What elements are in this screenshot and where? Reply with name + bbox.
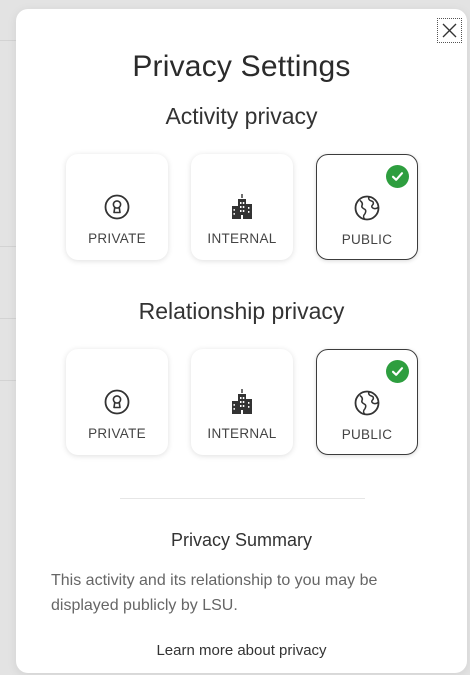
section-divider bbox=[120, 498, 365, 499]
background-divider bbox=[0, 380, 16, 381]
modal-title: Privacy Settings bbox=[132, 50, 351, 83]
globe-icon bbox=[352, 193, 382, 223]
background-divider bbox=[0, 246, 16, 247]
option-label: INTERNAL bbox=[207, 426, 277, 441]
privacy-summary-title: Privacy Summary bbox=[170, 530, 313, 550]
learn-more-privacy-link[interactable]: Learn more about privacy bbox=[16, 642, 467, 659]
activity-option-internal[interactable]: INTERNAL bbox=[191, 154, 293, 260]
keyhole-icon bbox=[102, 387, 132, 417]
building-icon bbox=[227, 387, 257, 417]
relationship-option-internal[interactable]: INTERNAL bbox=[191, 349, 293, 455]
background-divider bbox=[0, 318, 16, 319]
relationship-privacy-heading: Relationship privacy bbox=[138, 298, 345, 324]
selected-check-icon bbox=[386, 360, 409, 383]
option-label: PUBLIC bbox=[341, 427, 393, 442]
relationship-option-private[interactable]: PRIVATE bbox=[66, 349, 168, 455]
globe-icon bbox=[352, 388, 382, 418]
option-label: PRIVATE bbox=[88, 426, 146, 441]
background-divider bbox=[0, 40, 16, 41]
close-button[interactable] bbox=[437, 18, 462, 43]
option-label: PRIVATE bbox=[88, 231, 146, 246]
selected-check-icon bbox=[386, 165, 409, 188]
activity-option-private[interactable]: PRIVATE bbox=[66, 154, 168, 260]
building-icon bbox=[227, 192, 257, 222]
privacy-summary-text: This activity and its relationship to yo… bbox=[51, 572, 378, 614]
option-label: INTERNAL bbox=[207, 231, 277, 246]
option-label: PUBLIC bbox=[341, 232, 393, 247]
keyhole-icon bbox=[102, 192, 132, 222]
activity-privacy-heading: Activity privacy bbox=[165, 103, 318, 129]
close-icon bbox=[442, 23, 457, 38]
